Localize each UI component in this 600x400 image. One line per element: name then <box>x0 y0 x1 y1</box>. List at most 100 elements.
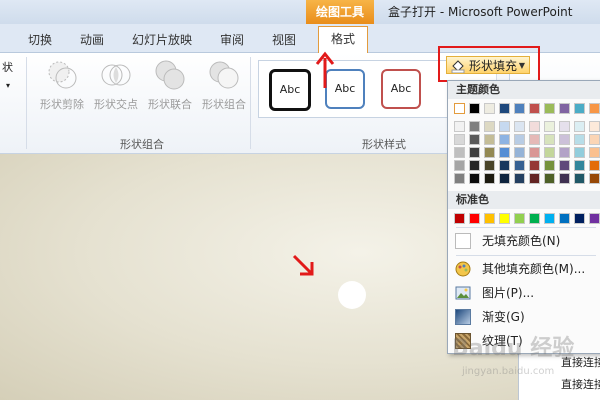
standard-color-swatch[interactable] <box>454 213 465 224</box>
more-colors-item[interactable]: 其他填充颜色(M)... <box>448 257 600 281</box>
standard-color-swatch[interactable] <box>514 213 525 224</box>
partial-dropdown-icon[interactable]: ▾ <box>6 81 10 90</box>
theme-shade-swatch[interactable] <box>514 173 525 184</box>
no-fill-label: 无填充颜色(N) <box>482 234 561 248</box>
theme-shade-swatch[interactable] <box>484 121 495 132</box>
shape-union-button[interactable]: 形状联合 <box>144 58 196 116</box>
group-divider <box>26 57 27 149</box>
standard-color-swatch[interactable] <box>499 213 510 224</box>
theme-shade-swatch[interactable] <box>514 147 525 158</box>
watermark-url: jingyan.baidu.com <box>462 366 555 377</box>
theme-shade-swatch[interactable] <box>469 147 480 158</box>
theme-shade-swatch[interactable] <box>499 121 510 132</box>
theme-shade-swatch[interactable] <box>469 173 480 184</box>
standard-color-swatch[interactable] <box>559 213 570 224</box>
theme-shade-swatch[interactable] <box>499 134 510 145</box>
theme-shade-swatch[interactable] <box>454 173 465 184</box>
theme-color-swatch[interactable] <box>499 103 510 114</box>
no-fill-item[interactable]: 无填充颜色(N) <box>448 229 600 253</box>
group-divider <box>250 57 251 149</box>
theme-shade-swatch[interactable] <box>544 134 555 145</box>
theme-shade-swatch[interactable] <box>589 173 600 184</box>
theme-color-swatch[interactable] <box>574 103 585 114</box>
theme-shade-swatch[interactable] <box>544 173 555 184</box>
picture-label: 图片(P)... <box>482 286 535 300</box>
theme-shade-swatch[interactable] <box>499 160 510 171</box>
tab-view[interactable]: 视图 <box>272 28 296 52</box>
standard-color-swatch[interactable] <box>484 213 495 224</box>
theme-shade-swatch[interactable] <box>454 160 465 171</box>
theme-shade-swatch[interactable] <box>589 147 600 158</box>
theme-shade-swatch[interactable] <box>454 121 465 132</box>
theme-shade-swatch[interactable] <box>589 121 600 132</box>
tab-transitions[interactable]: 切换 <box>28 28 52 52</box>
standard-color-swatch[interactable] <box>574 213 585 224</box>
theme-shade-swatch[interactable] <box>559 134 570 145</box>
theme-shade-swatch[interactable] <box>529 121 540 132</box>
theme-shade-swatch[interactable] <box>484 160 495 171</box>
shape-fill-dropdown: 主题颜色 标准色 无填充颜色(N) 其他填充颜色(M)... 图片(P)... … <box>447 80 600 354</box>
standard-colors-heading: 标准色 <box>448 191 600 209</box>
theme-color-swatch[interactable] <box>529 103 540 114</box>
tab-format[interactable]: 格式 <box>318 26 369 53</box>
theme-color-swatch[interactable] <box>544 103 555 114</box>
theme-shade-swatch[interactable] <box>514 134 525 145</box>
tab-review[interactable]: 审阅 <box>220 28 244 52</box>
standard-color-swatch[interactable] <box>529 213 540 224</box>
shape-style-sample[interactable]: Abc <box>269 69 311 111</box>
theme-shade-swatch[interactable] <box>529 160 540 171</box>
theme-shade-swatch[interactable] <box>559 147 570 158</box>
theme-shade-swatch[interactable] <box>499 147 510 158</box>
theme-shade-swatch[interactable] <box>454 147 465 158</box>
theme-shade-swatch[interactable] <box>574 160 585 171</box>
theme-shade-swatch[interactable] <box>529 147 540 158</box>
theme-shade-swatch[interactable] <box>529 134 540 145</box>
theme-shade-swatch[interactable] <box>484 134 495 145</box>
theme-color-swatch[interactable] <box>454 103 465 114</box>
theme-shade-swatch[interactable] <box>514 160 525 171</box>
theme-shade-swatch[interactable] <box>589 134 600 145</box>
partial-button-label[interactable]: 状 <box>2 59 13 75</box>
standard-color-swatch[interactable] <box>469 213 480 224</box>
shape-union-icon <box>155 60 185 90</box>
slide-circle-shape[interactable] <box>338 281 366 309</box>
theme-shade-swatch[interactable] <box>454 134 465 145</box>
theme-shade-swatch[interactable] <box>589 160 600 171</box>
theme-shade-swatch[interactable] <box>559 121 570 132</box>
theme-shade-swatch[interactable] <box>574 173 585 184</box>
theme-shade-swatch[interactable] <box>499 173 510 184</box>
shape-intersect-button[interactable]: 形状交点 <box>90 58 142 116</box>
theme-color-swatch[interactable] <box>514 103 525 114</box>
theme-color-swatch[interactable] <box>469 103 480 114</box>
theme-shade-swatch[interactable] <box>514 121 525 132</box>
theme-shade-swatch[interactable] <box>484 173 495 184</box>
theme-shade-swatch[interactable] <box>529 173 540 184</box>
theme-shade-swatch[interactable] <box>559 160 570 171</box>
shape-subtract-button[interactable]: 形状剪除 <box>36 58 88 116</box>
standard-color-swatch[interactable] <box>544 213 555 224</box>
theme-shade-swatch[interactable] <box>574 121 585 132</box>
red-arrow-up-icon <box>315 51 335 88</box>
tab-animations[interactable]: 动画 <box>80 28 104 52</box>
theme-shade-swatch[interactable] <box>559 173 570 184</box>
tab-slideshow[interactable]: 幻灯片放映 <box>132 28 192 52</box>
theme-shade-swatch[interactable] <box>544 121 555 132</box>
shape-style-sample[interactable]: Abc <box>381 69 421 109</box>
theme-shade-swatch[interactable] <box>574 147 585 158</box>
theme-shade-swatch[interactable] <box>544 147 555 158</box>
theme-shade-swatch[interactable] <box>469 160 480 171</box>
theme-shade-swatch[interactable] <box>469 134 480 145</box>
theme-color-swatch[interactable] <box>559 103 570 114</box>
shape-combine-button[interactable]: 形状组合 <box>198 58 250 116</box>
theme-shade-swatch[interactable] <box>484 147 495 158</box>
theme-shade-swatch[interactable] <box>544 160 555 171</box>
theme-shade-swatch[interactable] <box>469 121 480 132</box>
theme-color-swatch[interactable] <box>589 103 600 114</box>
theme-color-swatch[interactable] <box>484 103 495 114</box>
theme-shade-swatch[interactable] <box>574 134 585 145</box>
gradient-item[interactable]: 渐变(G) <box>448 305 600 329</box>
picture-item[interactable]: 图片(P)... <box>448 281 600 305</box>
chevron-down-icon: ▼ <box>518 61 525 70</box>
standard-color-swatch[interactable] <box>589 213 600 224</box>
shape-fill-button[interactable]: 形状填充 ▼ <box>446 56 530 74</box>
